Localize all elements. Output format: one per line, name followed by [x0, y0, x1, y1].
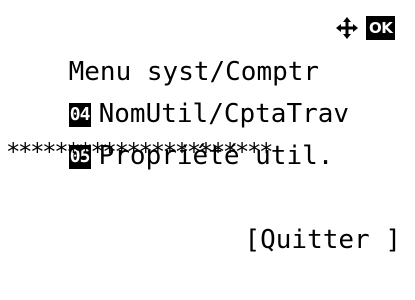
- four-way-arrow-icon: [336, 17, 358, 39]
- menu-item-05[interactable]: 05 Propriété util.: [6, 96, 333, 171]
- menu-title-row: Menu syst/Comptr: [6, 12, 319, 87]
- separator-asterisks: **********************: [6, 140, 273, 164]
- menu-item-04[interactable]: 04 NomUtil/CptaTrav: [6, 54, 349, 129]
- ok-key-badge: OK: [366, 16, 396, 40]
- navigation-indicator: OK: [334, 14, 396, 42]
- quit-softkey-label: [Quitter ]: [244, 225, 401, 255]
- lcd-screen: Menu syst/Comptr OK 04 NomUtil/CptaTrav 0…: [0, 0, 415, 255]
- hidden-items-separator: **********************: [6, 140, 415, 164]
- quit-softkey[interactable]: [Quitter ]: [182, 180, 401, 300]
